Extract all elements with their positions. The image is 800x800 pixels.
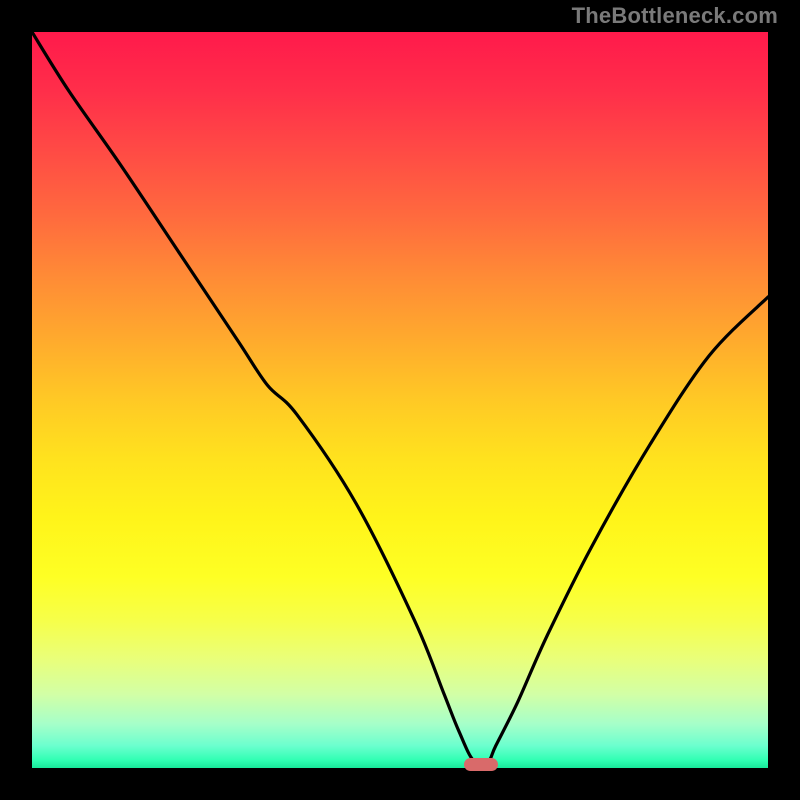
chart-frame: TheBottleneck.com	[0, 0, 800, 800]
target-marker	[464, 758, 498, 771]
curve-path	[32, 32, 768, 763]
bottleneck-curve	[32, 32, 768, 768]
watermark-text: TheBottleneck.com	[572, 3, 778, 29]
